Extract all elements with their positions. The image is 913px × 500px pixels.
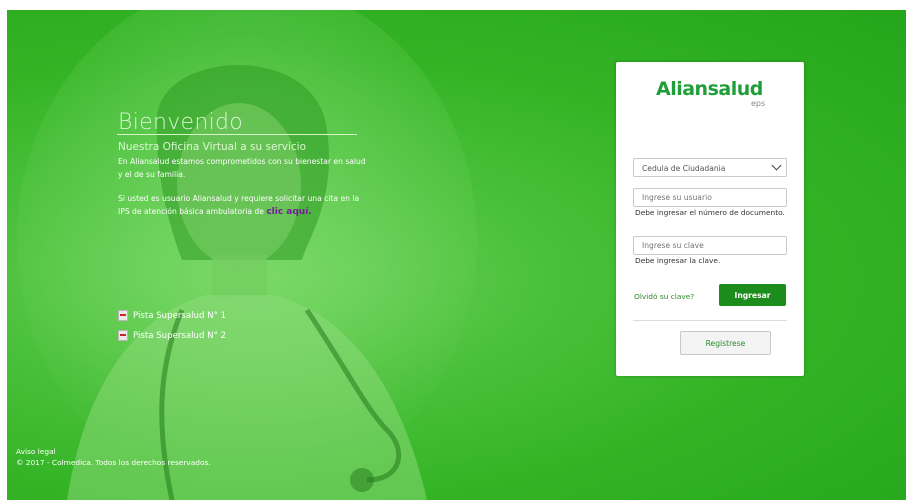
password-input[interactable] — [633, 236, 787, 255]
logo-eps-text: eps — [751, 99, 766, 108]
welcome-subtitle: Nuestra Oficina Virtual a su servicio — [118, 141, 307, 153]
document-type-value: Cedula de Ciudadania — [642, 164, 726, 173]
aliansalud-logo: Aliansalud eps — [656, 78, 776, 112]
username-hint: Debe ingresar el número de documento. — [635, 208, 785, 217]
pista-supersalud-2-link[interactable]: Pista Supersalud N° 2 — [118, 330, 226, 341]
pdf-icon — [118, 310, 128, 321]
document-type-select[interactable]: Cedula de Ciudadania — [633, 158, 787, 177]
aviso-legal-link[interactable]: Aviso legal — [16, 447, 56, 456]
chevron-down-icon — [771, 160, 782, 171]
background-panel: Bienvenido Nuestra Oficina Virtual a su … — [7, 10, 906, 500]
card-divider — [633, 320, 787, 321]
clic-aqui-link[interactable]: clic aquí. — [266, 207, 311, 217]
pista-supersalud-1-link[interactable]: Pista Supersalud N° 1 — [118, 310, 226, 321]
welcome-title: Bienvenido — [118, 110, 244, 135]
forgot-password-link[interactable]: Olvidó su clave? — [634, 292, 694, 301]
welcome-paragraph-2: Si usted es usuario Aliansalud y requier… — [118, 192, 368, 219]
password-hint: Debe ingresar la clave. — [635, 256, 721, 265]
welcome-paragraph-1: En Aliansalud estamos comprometidos con … — [118, 157, 366, 179]
pdf-icon — [118, 330, 128, 341]
username-input[interactable] — [633, 188, 787, 207]
pista-1-label: Pista Supersalud N° 1 — [133, 310, 227, 321]
logo-text: Aliansalud — [656, 78, 763, 100]
login-card: Aliansalud eps Cedula de Ciudadania Debe… — [616, 62, 804, 376]
welcome-paragraph-2-text: Si usted es usuario Aliansalud y requier… — [118, 194, 360, 216]
register-button[interactable]: Registrese — [680, 331, 771, 355]
copyright-text: © 2017 - Colmedica. Todos los derechos r… — [16, 458, 211, 467]
pista-2-label: Pista Supersalud N° 2 — [133, 330, 227, 341]
login-button[interactable]: Ingresar — [719, 284, 786, 306]
welcome-divider — [117, 134, 357, 135]
